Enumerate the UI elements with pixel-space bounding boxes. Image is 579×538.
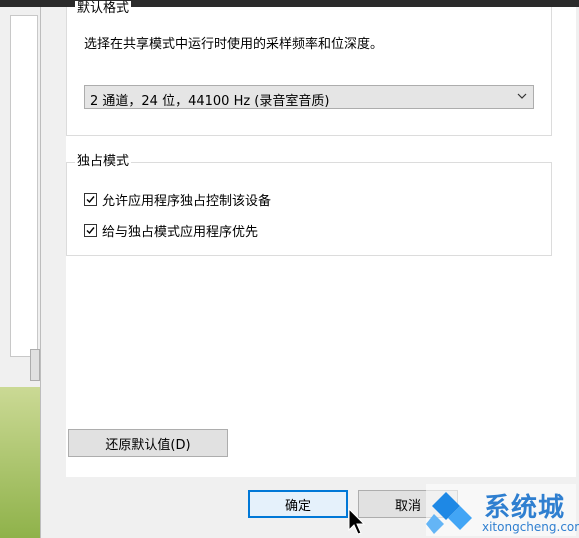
ok-button[interactable]: 确定 (248, 490, 348, 518)
default-format-description: 选择在共享模式中运行时使用的采样频率和位深度。 (84, 37, 384, 52)
chevron-down-icon (517, 93, 527, 99)
allow-exclusive-option[interactable]: 允许应用程序独占控制该设备 (84, 190, 272, 209)
default-format-title: 默认格式 (75, 1, 132, 17)
give-priority-label: 给与独占模式应用程序优先 (102, 224, 259, 240)
allow-exclusive-checkbox[interactable] (84, 192, 97, 206)
sample-rate-dropdown[interactable]: 2 通道，24 位，44100 Hz (录音室音质) (84, 85, 534, 109)
checkmark-icon (86, 195, 95, 203)
background-window-list (10, 15, 38, 357)
exclusive-mode-title: 独占模式 (75, 154, 132, 170)
default-format-group: 默认格式 选择在共享模式中运行时使用的采样频率和位深度。 2 通道，24 位，4… (66, 1, 552, 136)
sample-rate-selected-value: 2 通道，24 位，44100 Hz (录音室音质) (90, 94, 330, 109)
mouse-cursor-icon (348, 508, 366, 535)
background-window (0, 7, 41, 387)
checkmark-icon (86, 226, 95, 234)
watermark-brand: 系统城 (484, 493, 566, 523)
restore-defaults-button[interactable]: 还原默认值(D) (68, 429, 228, 457)
give-priority-checkbox[interactable] (84, 223, 97, 237)
exclusive-mode-group: 独占模式 允许应用程序独占控制该设备 给与独占模式应用程序优先 (66, 154, 552, 256)
background-window-button (30, 349, 40, 381)
advanced-tab-panel: 默认格式 选择在共享模式中运行时使用的采样频率和位深度。 2 通道，24 位，4… (66, 1, 576, 477)
watermark-url: xitongcheng.com (482, 520, 579, 534)
allow-exclusive-label: 允许应用程序独占控制该设备 (102, 193, 272, 209)
give-priority-option[interactable]: 给与独占模式应用程序优先 (84, 221, 259, 240)
sound-properties-dialog: 默认格式 选择在共享模式中运行时使用的采样频率和位深度。 2 通道，24 位，4… (40, 1, 579, 538)
